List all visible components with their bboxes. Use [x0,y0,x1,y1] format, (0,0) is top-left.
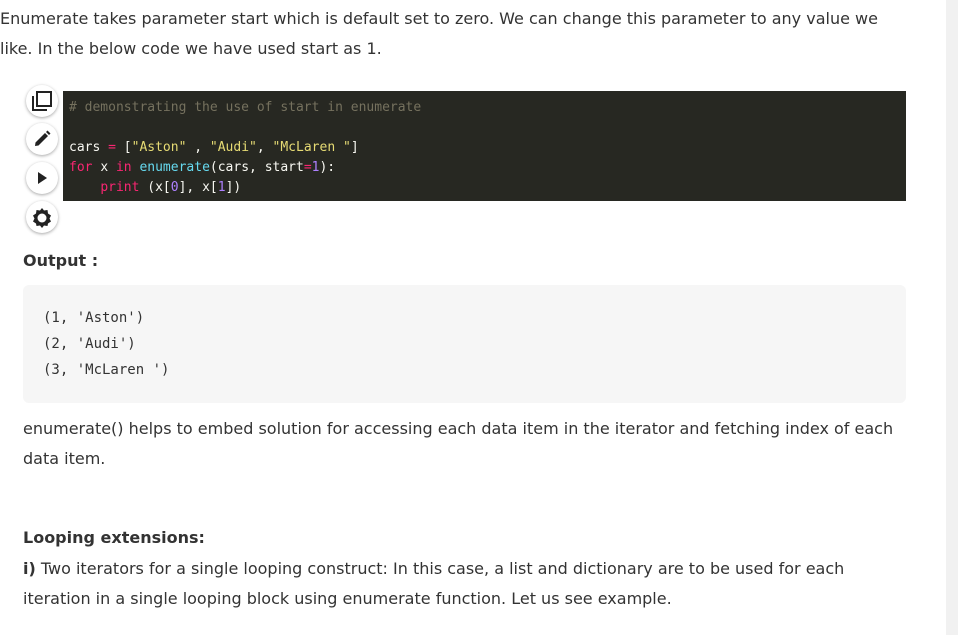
code-token: cars [69,140,101,155]
output-label: Output : [23,251,99,270]
output-line: (2, 'Audi') [43,336,136,352]
code-token: [ [123,140,132,155]
code-token: x [100,160,109,175]
intro-paragraph: Enumerate takes parameter start which is… [0,9,878,58]
code-token: ]) [225,180,242,195]
settings-button[interactable] [26,201,58,233]
output-line: (3, 'McLaren ') [43,362,170,378]
code-string: "Audi" [209,140,257,155]
output-box: (1, 'Aston') (2, 'Audi') (3, 'McLaren ') [23,285,906,403]
pencil-icon [32,129,52,149]
code-editor[interactable]: # demonstrating the use of start in enum… [63,91,906,201]
copy-icon [31,90,53,112]
edit-button[interactable] [26,123,58,155]
code-token: = [108,140,116,155]
code-token: , [256,140,273,155]
code-token: = [303,160,312,175]
code-token: , [186,140,210,155]
loop-text: Two iterators for a single looping const… [23,559,845,608]
code-keyword: print [100,180,140,195]
code-number: 1 [217,180,226,195]
code-token: ): [319,160,336,175]
scrollbar[interactable] [946,0,958,635]
copy-button[interactable] [26,85,58,117]
code-token: ] [350,140,359,155]
code-token: (x[ [139,180,171,195]
loop-paragraph: i) Two iterators for a single looping co… [23,554,907,614]
play-icon [34,170,50,186]
code-token: (cars, start [209,160,304,175]
gear-icon [31,206,53,228]
description-paragraph: enumerate() helps to embed solution for … [23,419,894,468]
code-function: enumerate [139,160,210,175]
code-keyword: for [69,160,93,175]
code-keyword: in [115,160,132,175]
output-line: (1, 'Aston') [43,310,145,326]
run-button[interactable] [26,162,58,194]
code-string: "McLaren " [272,140,351,155]
list-marker: i) [23,559,36,578]
code-comment: # demonstrating the use of start in enum… [69,100,422,115]
code-number: 0 [170,180,179,195]
code-string: "Aston" [131,140,187,155]
section-heading: Looping extensions: [23,528,205,547]
code-token: ], x[ [178,180,218,195]
